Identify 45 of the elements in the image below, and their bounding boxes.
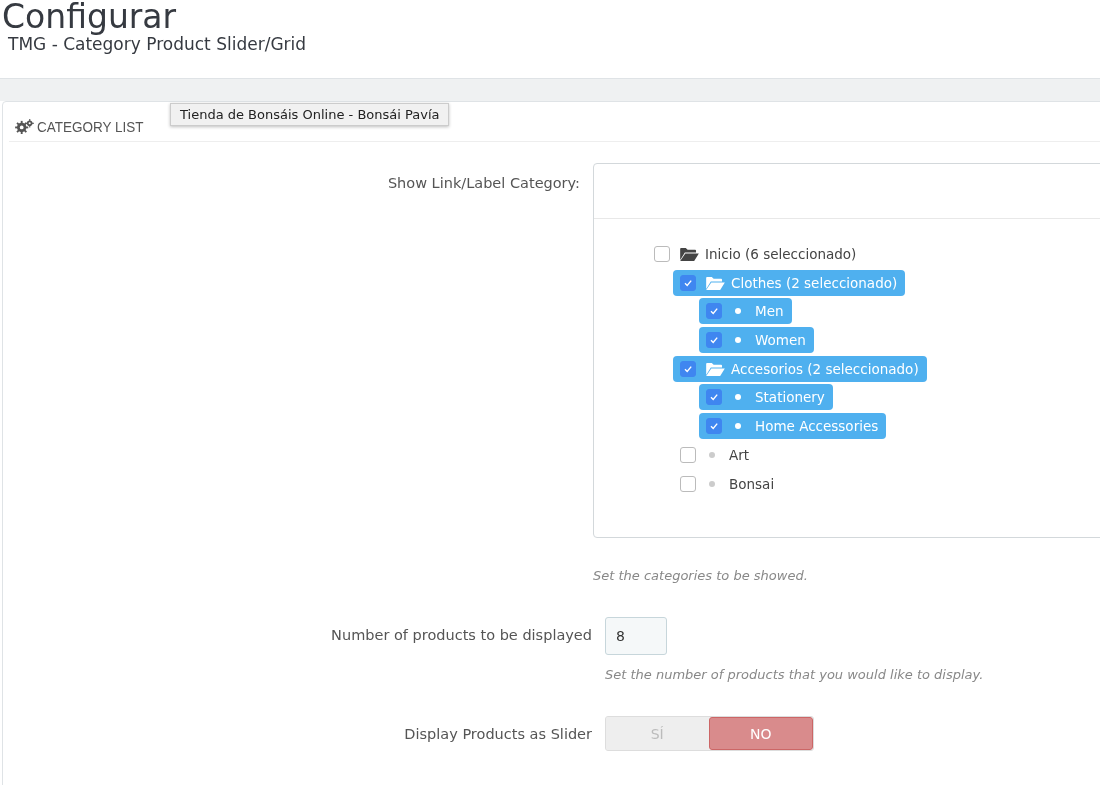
check-icon — [709, 335, 719, 346]
tree-item[interactable]: Art — [680, 441, 758, 468]
tree-item[interactable]: Accesorios (2 seleccionado) — [673, 355, 927, 382]
checkbox[interactable] — [706, 418, 722, 435]
field-label: Display Products as Slider — [403, 725, 592, 744]
gears-icon — [15, 119, 34, 134]
check-icon — [709, 421, 719, 432]
field-label: Number of products to be displayed — [330, 626, 592, 645]
check-icon — [683, 363, 693, 374]
checkbox[interactable] — [680, 274, 696, 291]
check-icon — [683, 277, 693, 288]
tree-item[interactable]: Men — [699, 298, 792, 325]
tree-item[interactable]: Clothes (2 seleccionado) — [673, 269, 906, 296]
help-text: Set the number of products that you would like to display. — [605, 667, 985, 682]
page-title: Configurar — [1, 0, 177, 36]
tooltip: Tienda de Bonsáis Online - Bonsái Pavía — [170, 103, 450, 126]
checkbox[interactable] — [680, 360, 696, 377]
number-input-field[interactable]: 8 — [605, 617, 667, 655]
tree-item[interactable]: Inicio (6 seleccionado) — [654, 241, 865, 267]
bullet-icon — [735, 337, 741, 344]
checkbox[interactable] — [654, 246, 670, 262]
tree-item[interactable]: Women — [699, 327, 814, 354]
checkbox[interactable] — [680, 475, 696, 492]
switch-option[interactable]: NO — [708, 717, 813, 750]
folder-icon — [680, 247, 699, 261]
checkbox[interactable] — [680, 446, 696, 463]
bullet-icon — [709, 451, 715, 458]
help-text: Set the categories to be showed. — [593, 568, 809, 583]
panel-title: CATEGORY LIST — [37, 118, 144, 135]
field-label: Show Link/Label Category: — [386, 174, 580, 193]
folder-icon — [706, 275, 725, 290]
check-icon — [709, 392, 719, 403]
folder-icon — [706, 361, 725, 376]
bullet-icon — [709, 480, 715, 487]
tree-item[interactable]: Bonsai — [680, 470, 783, 497]
checkbox[interactable] — [706, 332, 722, 349]
tree-item[interactable]: Home Accessories — [699, 413, 887, 440]
bullet-icon — [735, 423, 741, 430]
tree-item[interactable]: Stationery — [699, 384, 833, 411]
checkbox[interactable] — [706, 303, 722, 320]
check-icon — [709, 306, 719, 317]
bullet-icon — [735, 308, 741, 315]
bullet-icon — [735, 394, 741, 401]
checkbox[interactable] — [706, 389, 722, 406]
module-subtitle: TMG - Category Product Slider/Grid — [8, 34, 308, 56]
